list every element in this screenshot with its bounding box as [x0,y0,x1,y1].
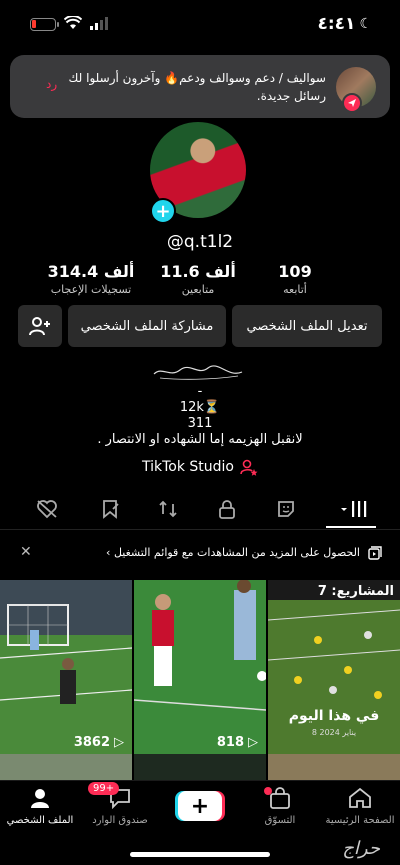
bio-line: - [197,384,203,399]
video-thumbnail[interactable] [134,754,266,780]
home-icon [349,787,371,808]
active-tab-indicator [326,526,376,528]
playlist-banner[interactable]: ✕ الحصول على المزيد من المشاهدات مع قوائ… [0,538,400,568]
stat-likes[interactable]: 314.4 ألف تسجيلات الإعجاب [36,262,146,296]
view-count-value: 3862 [73,735,110,750]
video-thumbnail-image [134,580,266,756]
playlist-icon [368,546,382,560]
videos-grid-icon [341,501,367,517]
tab-stickers[interactable] [271,496,301,522]
share-profile-button[interactable]: مشاركة الملف الشخصي [68,305,226,347]
edit-profile-button[interactable]: تعديل الملف الشخصي [232,305,382,347]
stat-label: أتابعه [283,283,307,296]
clock: ٤:٤١ [317,14,356,34]
studio-user-icon [240,459,258,476]
video-thumbnail[interactable] [268,754,400,780]
projects-count-label: المشاريع: 7 [317,584,394,599]
tab-videos[interactable] [338,496,372,522]
sticker-icon [278,501,294,517]
video-thumbnail[interactable]: 818 ▷ [134,580,266,756]
nav-home[interactable]: الصفحة الرئيسية [320,787,400,826]
tab-favorites[interactable] [95,496,125,522]
stat-label: متابعين [181,283,215,296]
add-friend-button[interactable] [18,305,62,347]
basmala-calligraphy [153,365,243,380]
stat-following[interactable]: 109 أتابعه [240,262,350,296]
video-thumbnail[interactable]: المشاريع: 7 في هذا اليوم 8 يناير 2024 [268,580,400,756]
studio-label: TikTok Studio [141,459,234,475]
on-this-day-date: 8 يناير 2024 [311,728,357,737]
bio-line: 12k⏳ [179,400,221,415]
bio-line: لانقبل الهزيمه إما الشهاده او الانتصار . [97,432,303,447]
inbox-badge: 99+ [88,782,120,795]
tiktok-studio-link[interactable]: TikTok Studio [0,458,400,476]
tab-private[interactable] [212,496,242,522]
stat-value: 314.4 ألف [47,262,135,281]
plus-icon: + [190,793,210,819]
video-thumbnail-image [0,580,132,756]
view-count-value: 818 [216,735,244,750]
create-button[interactable]: + [178,791,222,821]
nav-profile[interactable]: الملف الشخصي [0,787,80,826]
username: @q.t1l2 [166,232,234,252]
nav-label: الملف الشخصي [6,815,74,826]
profile-tabs [0,490,400,530]
view-count: 3862 ▷ [74,735,124,750]
wifi-icon [64,16,82,29]
close-icon[interactable]: ✕ [20,544,32,560]
nav-label: التسوّق [264,815,296,826]
bottom-navigation: الصفحة الرئيسية التسوّق + صندوق الوارد ا… [0,780,400,840]
watermark: حراج [342,838,380,859]
add-story-icon[interactable]: + [150,198,176,224]
video-thumbnail[interactable]: 3862 ▷ [0,580,132,756]
repost-icon [159,500,177,518]
play-icon: ▷ [114,735,124,750]
status-bar: ٤:٤١ ☾ [0,0,400,50]
battery-icon [30,18,59,31]
bio: - 12k⏳ 311 لانقبل الهزيمه إما الشهاده او… [0,384,400,448]
moon-icon: ☾ [359,16,372,32]
lock-icon [219,500,235,519]
profile-stats: 109 أتابعه 11.6 ألف متابعين 314.4 ألف تس… [0,262,400,302]
on-this-day-caption: في هذا اليوم [288,708,380,724]
stat-value: 109 [278,262,312,281]
view-count: 818 ▷ [217,735,258,750]
shop-dot [264,787,272,795]
signal-icon [90,17,108,30]
stat-followers[interactable]: 11.6 ألف متابعين [143,262,253,296]
message-notification[interactable]: سواليف / دعم وسوالف ودعم🔥 وآخرون أرسلوا … [10,55,390,118]
reply-button[interactable]: رد [46,77,57,91]
bookmark-icon [103,500,119,519]
video-grid: 3862 ▷ 818 ▷ المشاريع: 7 في هذا اليوم 8 … [0,580,400,780]
notification-text: سواليف / دعم وسوالف ودعم🔥 وآخرون أرسلوا … [68,71,326,103]
video-thumbnail[interactable] [0,754,132,780]
home-indicator [130,852,270,857]
playlist-banner-text: الحصول على المزيد من المشاهدات مع قوائم … [106,546,360,559]
stat-label: تسجيلات الإعجاب [50,283,132,296]
tab-reposts[interactable] [153,496,183,522]
nav-shop[interactable]: التسوّق [240,787,320,826]
bio-line: 311 [187,416,213,431]
heart-lock-icon [37,500,57,519]
send-icon [342,93,362,113]
tab-liked-hidden[interactable] [32,496,62,522]
stat-value: 11.6 ألف [160,262,236,281]
nav-label: صندوق الوارد [92,815,148,826]
play-icon: ▷ [248,735,258,750]
profile-icon [31,789,49,808]
nav-label: الصفحة الرئيسية [325,815,395,826]
add-user-icon [29,317,50,336]
